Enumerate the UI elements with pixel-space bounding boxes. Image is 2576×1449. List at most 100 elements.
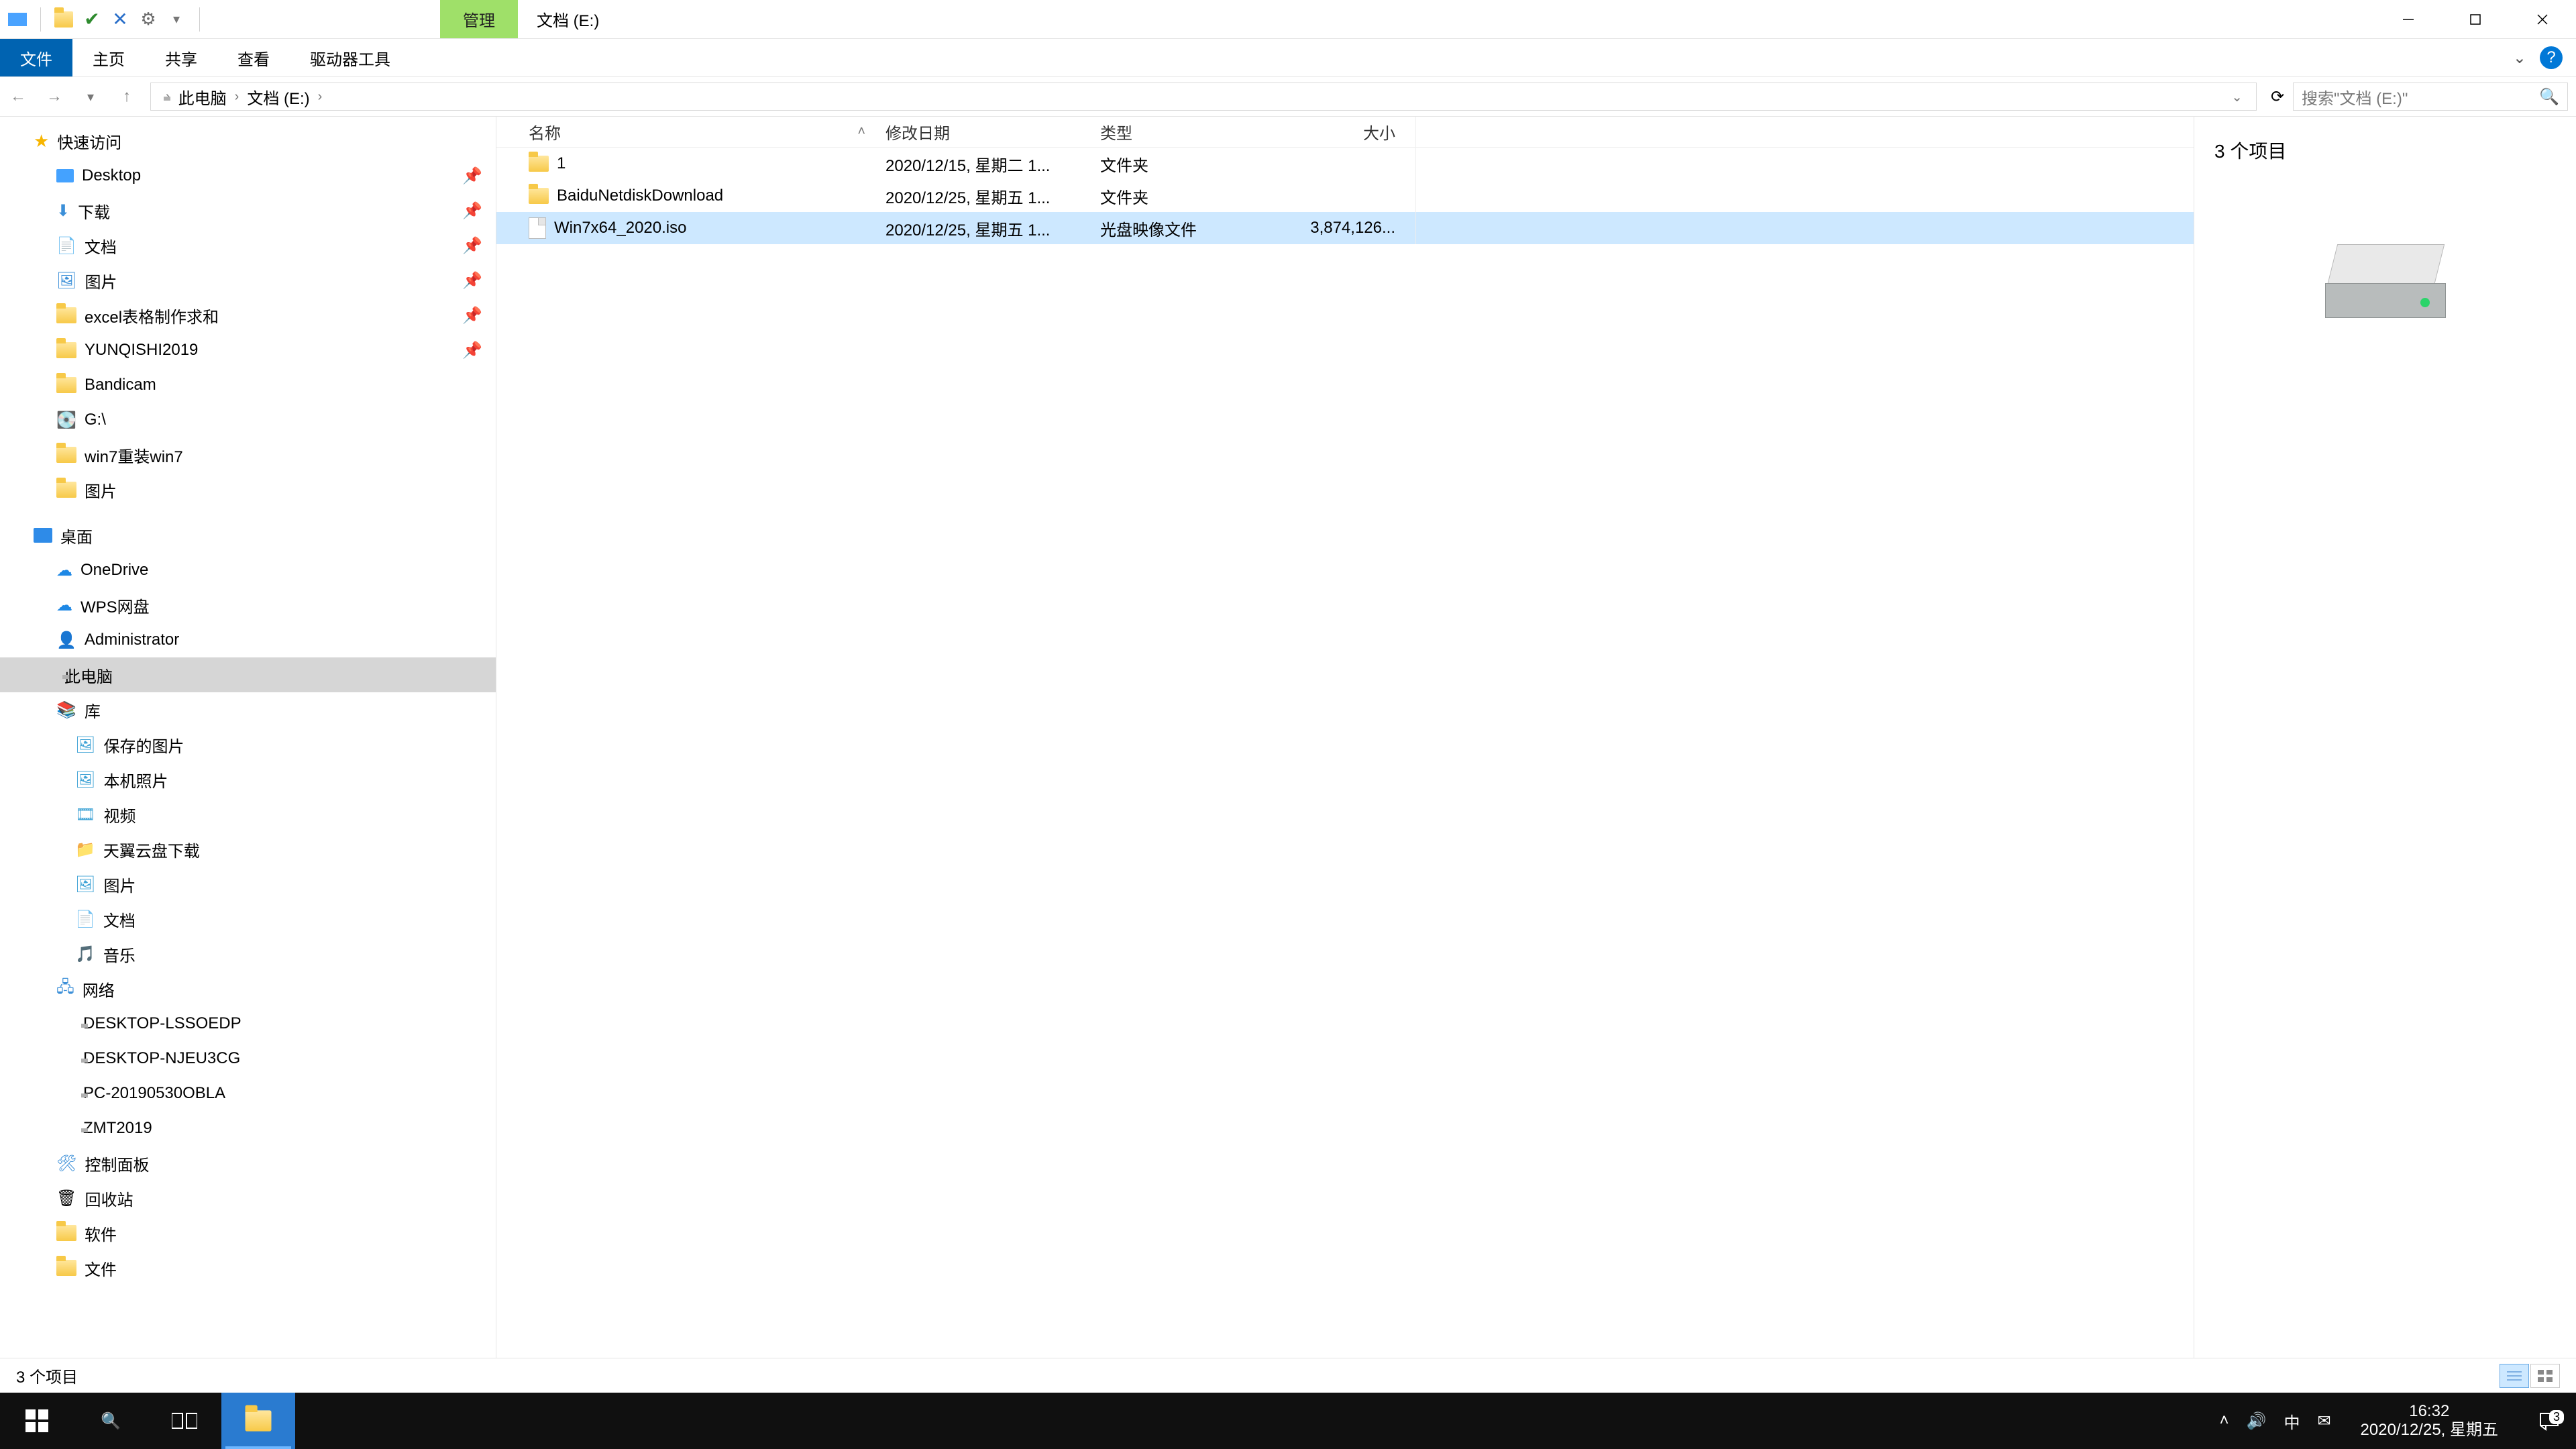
back-button[interactable]: ← xyxy=(0,77,36,116)
breadcrumb-this-pc[interactable]: 此电脑 xyxy=(178,85,227,109)
tree-item[interactable]: 👤 Administrator xyxy=(0,623,496,657)
tree-item[interactable]: win7重装win7 xyxy=(0,437,496,472)
tree-label: 图片 xyxy=(85,478,117,502)
folder-icon[interactable] xyxy=(54,10,73,29)
tree-item[interactable]: excel表格制作求和 📌 xyxy=(0,298,496,333)
file-row[interactable]: 1 2020/12/15, 星期二 1... 文件夹 xyxy=(496,148,2194,180)
column-headers: 名称 ˄ 修改日期 类型 大小 xyxy=(496,117,2194,148)
file-row[interactable]: Win7x64_2020.iso 2020/12/25, 星期五 1... 光盘… xyxy=(496,212,2194,244)
tree-label: 控制面板 xyxy=(85,1152,149,1175)
task-view-button[interactable] xyxy=(148,1393,221,1449)
view-icons-button[interactable] xyxy=(2530,1364,2560,1388)
tree-item[interactable]: 文件 xyxy=(0,1250,496,1285)
ribbon-expand-icon[interactable]: ⌄ xyxy=(2513,48,2526,68)
up-button[interactable]: ↑ xyxy=(109,77,145,116)
drive-icon: 💽 xyxy=(56,411,76,430)
ribbon-tab-share[interactable]: 共享 xyxy=(145,39,217,76)
title-tab-group: 管理 文档 (E:) xyxy=(440,0,618,38)
tree-item[interactable]: 💽 G:\ xyxy=(0,402,496,437)
tree-item[interactable]: 此电脑 xyxy=(0,657,496,692)
recent-locations-button[interactable]: ▾ xyxy=(72,77,109,116)
tree-label: 快速访问 xyxy=(57,129,121,153)
pin-icon: 📌 xyxy=(462,341,482,360)
column-header-type[interactable]: 类型 xyxy=(1100,120,1281,144)
ime-indicator[interactable]: 中 xyxy=(2284,1409,2300,1433)
tree-item[interactable]: 软件 xyxy=(0,1216,496,1250)
tree-label: excel表格制作求和 xyxy=(85,304,219,327)
tree-item[interactable]: ⬇ 下载 📌 xyxy=(0,193,496,228)
tree-item[interactable]: 图片 xyxy=(0,472,496,507)
tree-network[interactable]: 🖧 网络 xyxy=(0,971,496,1006)
file-date: 2020/12/25, 星期五 1... xyxy=(885,217,1100,240)
search-icon[interactable]: 🔍 xyxy=(2539,87,2559,107)
help-icon[interactable]: ? xyxy=(2540,46,2563,69)
column-header-size[interactable]: 大小 xyxy=(1281,120,1415,144)
tree-label: 文件 xyxy=(85,1256,117,1280)
folder-icon xyxy=(56,342,76,358)
address-dropdown-icon[interactable]: ⌄ xyxy=(2224,89,2249,105)
taskbar-file-explorer[interactable] xyxy=(221,1393,295,1449)
close-small-icon[interactable]: ✕ xyxy=(111,10,129,29)
tree-item[interactable]: 🖼 图片 xyxy=(0,867,496,902)
view-switcher xyxy=(2500,1364,2560,1388)
ribbon-tab-home[interactable]: 主页 xyxy=(72,39,145,76)
tree-item[interactable]: Desktop 📌 xyxy=(0,158,496,193)
action-center-button[interactable]: 3 xyxy=(2528,1409,2571,1432)
tree-item[interactable]: DESKTOP-LSSOEDP xyxy=(0,1006,496,1041)
tree-item[interactable]: 📁 天翼云盘下载 xyxy=(0,832,496,867)
mail-icon[interactable]: ✉ xyxy=(2317,1411,2330,1431)
column-header-name[interactable]: 名称 ˄ xyxy=(496,120,885,144)
ribbon-tab-file[interactable]: 文件 xyxy=(0,39,72,76)
taskbar-search-button[interactable]: 🔍 xyxy=(74,1393,148,1449)
minimize-button[interactable] xyxy=(2375,0,2442,38)
tree-quick-access[interactable]: ★ 快速访问 xyxy=(0,123,496,158)
tree-item[interactable]: ZMT2019 xyxy=(0,1111,496,1146)
tree-item[interactable]: 🖼 保存的图片 xyxy=(0,727,496,762)
chevron-right-icon[interactable]: › xyxy=(231,89,244,105)
recycle-bin-icon: 🗑 xyxy=(56,1189,76,1208)
gear-icon[interactable]: ⚙ xyxy=(139,10,158,29)
tree-item[interactable]: 🎵 音乐 xyxy=(0,936,496,971)
contextual-tab-label[interactable]: 管理 xyxy=(440,0,518,38)
tree-label: YUNQISHI2019 xyxy=(85,341,198,360)
tree-item[interactable]: 🎞 视频 xyxy=(0,797,496,832)
tray-overflow-icon[interactable]: ˄ xyxy=(2220,1411,2229,1430)
ribbon-tab-view[interactable]: 查看 xyxy=(217,39,290,76)
file-row[interactable]: BaiduNetdiskDownload 2020/12/25, 星期五 1..… xyxy=(496,180,2194,212)
address-bar[interactable]: › 此电脑 › 文档 (E:) › ⌄ xyxy=(150,83,2257,111)
tree-item[interactable]: 📚 库 xyxy=(0,692,496,727)
search-box[interactable]: 搜索"文档 (E:)" 🔍 xyxy=(2293,83,2568,111)
close-button[interactable] xyxy=(2509,0,2576,38)
tree-item[interactable]: YUNQISHI2019 📌 xyxy=(0,333,496,368)
tree-item[interactable]: Bandicam xyxy=(0,368,496,402)
maximize-button[interactable] xyxy=(2442,0,2509,38)
volume-icon[interactable]: 🔊 xyxy=(2247,1411,2267,1431)
search-placeholder: 搜索"文档 (E:)" xyxy=(2302,85,2408,109)
tree-item[interactable]: PC-20190530OBLA xyxy=(0,1076,496,1111)
taskbar-clock[interactable]: 16:32 2020/12/25, 星期五 xyxy=(2349,1402,2510,1439)
tree-item[interactable]: 📄 文档 📌 xyxy=(0,228,496,263)
tree-item[interactable]: 🗑 回收站 xyxy=(0,1181,496,1216)
control-panel-icon: 🛠 xyxy=(56,1154,76,1173)
tree-item[interactable]: ☁ WPS网盘 xyxy=(0,588,496,623)
refresh-button[interactable]: ⟳ xyxy=(2262,87,2293,107)
chevron-down-icon[interactable]: ▾ xyxy=(167,10,186,29)
view-details-button[interactable] xyxy=(2500,1364,2529,1388)
tree-item[interactable]: DESKTOP-NJEU3CG xyxy=(0,1041,496,1076)
forward-button[interactable]: → xyxy=(36,77,72,116)
chevron-right-icon[interactable]: › xyxy=(314,89,327,105)
ribbon-tab-drive-tools[interactable]: 驱动器工具 xyxy=(290,39,411,76)
check-icon[interactable]: ✔ xyxy=(83,10,101,29)
tree-desktop-root[interactable]: 桌面 xyxy=(0,518,496,553)
column-header-date[interactable]: 修改日期 xyxy=(885,120,1100,144)
navigation-tree[interactable]: ★ 快速访问 Desktop 📌 ⬇ 下载 📌 📄 文档 📌 🖼 图片 📌 ex… xyxy=(0,117,496,1358)
tree-item[interactable]: 🖼 图片 📌 xyxy=(0,263,496,298)
status-bar: 3 个项目 xyxy=(0,1358,2576,1393)
tree-item[interactable]: 📄 文档 xyxy=(0,902,496,936)
tree-item[interactable]: 🛠 控制面板 xyxy=(0,1146,496,1181)
breadcrumb-drive[interactable]: 文档 (E:) xyxy=(247,85,309,109)
tree-label: G:\ xyxy=(85,411,106,429)
tree-item[interactable]: ☁ OneDrive xyxy=(0,553,496,588)
tree-item[interactable]: 🖼 本机照片 xyxy=(0,762,496,797)
start-button[interactable] xyxy=(0,1393,74,1449)
